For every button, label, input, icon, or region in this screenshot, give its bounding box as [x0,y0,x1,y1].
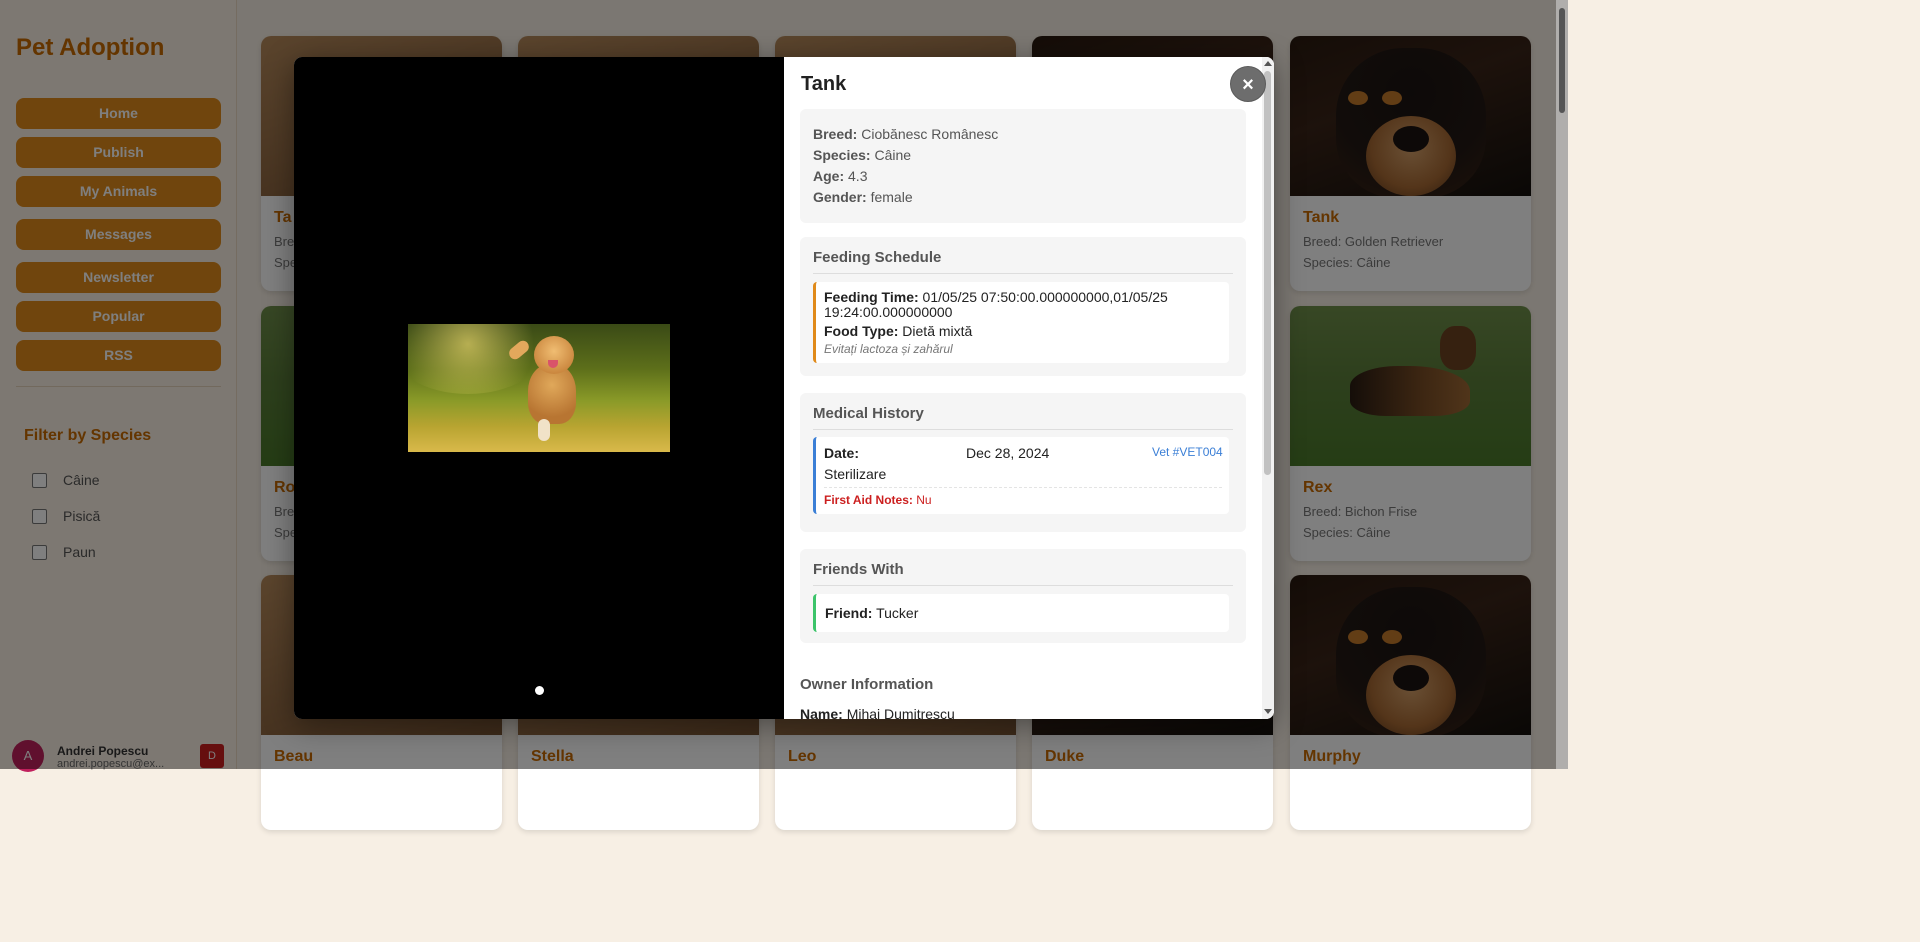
section-divider [813,585,1233,586]
gender-value: female [870,189,913,205]
section-divider [813,273,1233,274]
basic-info-box: Breed: Ciobănesc Românesc Species: Câine… [800,109,1246,223]
friend-entry: Friend: Tucker [813,594,1229,632]
date-label: Date: [824,445,860,461]
species-value: Câine [874,147,912,163]
breed-row: Breed: Ciobănesc Românesc [813,126,999,142]
owner-name: Name: Mihai Dumitrescu [800,706,955,719]
vet-id: Vet #VET004 [1152,445,1223,459]
section-divider [813,429,1233,430]
feeding-time: Feeding Time: 01/05/25 07:50:00.00000000… [824,289,1168,305]
friends-section: Friends With Friend: Tucker [800,549,1246,643]
first-aid-notes: First Aid Notes: Nu [824,493,932,507]
gender-row: Gender: female [813,189,913,205]
feeding-schedule-section: Feeding Schedule Feeding Time: 01/05/25 … [800,237,1246,376]
section-title: Medical History [813,405,924,422]
feeding-entry: Feeding Time: 01/05/25 07:50:00.00000000… [813,282,1229,363]
age-value: 4.3 [848,168,868,184]
page-scrollbar[interactable] [1556,0,1568,769]
medical-date: Dec 28, 2024 [966,445,1050,461]
procedure: Sterilizare [824,466,887,482]
animal-photo [408,324,670,452]
feeding-time-cont: 19:24:00.000000000 [824,304,953,320]
modal-scrollbar[interactable] [1262,57,1274,719]
scrollbar-thumb[interactable] [1264,71,1271,475]
owner-section-title: Owner Information [800,676,934,693]
feeding-note: Evitați lactoza și zahărul [824,342,953,356]
scrollbar-thumb[interactable] [1559,8,1565,113]
scroll-down-arrow-icon[interactable] [1264,709,1272,714]
friend-name: Friend: Tucker [825,605,919,621]
medical-history-section: Medical History Date: Dec 28, 2024 Vet #… [800,393,1246,532]
close-button[interactable]: × [1230,66,1266,102]
details-panel: Tank Breed: Ciobănesc Românesc Species: … [784,57,1274,719]
scroll-up-arrow-icon[interactable] [1264,61,1272,66]
food-type: Food Type: Dietă mixtă [824,323,973,339]
breed-value: Ciobănesc Românesc [861,126,999,142]
medical-entry: Date: Dec 28, 2024 Vet #VET004 Steriliza… [813,437,1229,514]
animal-detail-modal: Tank Breed: Ciobănesc Românesc Species: … [294,57,1274,719]
section-title: Feeding Schedule [813,249,942,266]
photo-gallery [294,57,784,719]
age-row: Age: 4.3 [813,168,868,184]
animal-title: Tank [801,73,847,95]
gallery-dot[interactable] [535,686,544,695]
section-title: Friends With [813,561,904,578]
species-row: Species: Câine [813,147,912,163]
